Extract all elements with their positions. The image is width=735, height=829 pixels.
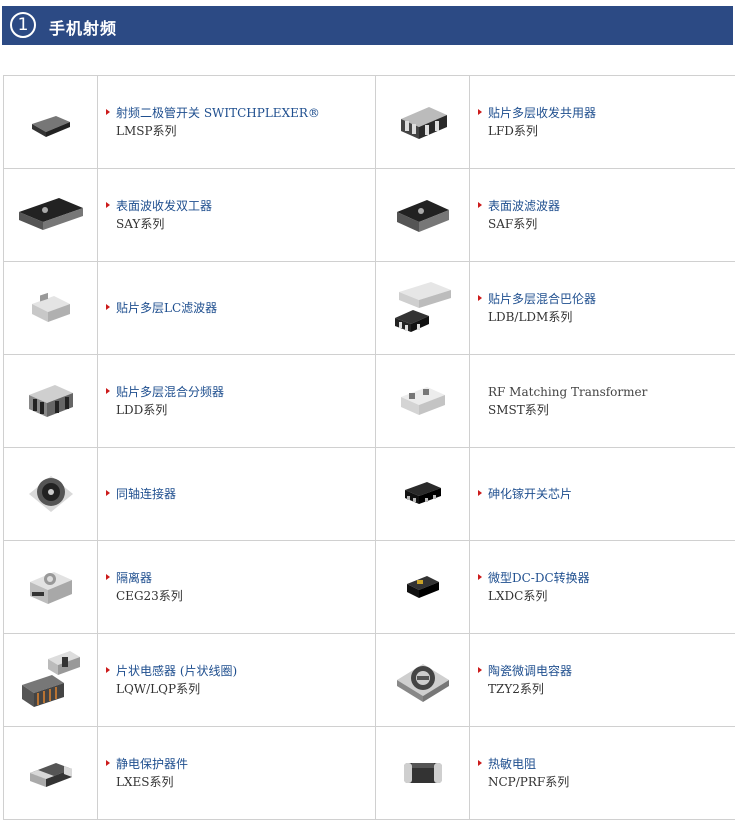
- product-series: LXES系列: [116, 775, 174, 789]
- product-image-cell[interactable]: [3, 633, 98, 727]
- product-series: LDB/LDM系列: [488, 310, 573, 324]
- chip-icon: [28, 385, 73, 417]
- product-series: SAY系列: [116, 217, 165, 231]
- inductor-icon: [21, 651, 80, 707]
- chip-icon: [29, 763, 72, 787]
- chip-icon: [404, 482, 441, 504]
- saw-chip-icon: [18, 198, 83, 230]
- product-link[interactable]: 隔离器: [106, 569, 375, 587]
- product-info-cell: 静电保护器件 LXES系列: [97, 726, 376, 820]
- product-link[interactable]: 射频二极管开关 SWITCHPLEXER®: [106, 104, 375, 122]
- product-series: CEG23系列: [116, 589, 183, 603]
- product-grid: 射频二极管开关 SWITCHPLEXER® LMSP系列 贴片多层收发共用器 L…: [3, 75, 735, 820]
- product-series: NCP/PRF系列: [488, 775, 570, 789]
- product-link[interactable]: 静电保护器件: [106, 755, 375, 773]
- table-row: 同轴连接器 砷化镓开关芯片: [3, 447, 735, 541]
- product-info-cell: 贴片多层LC滤波器: [97, 261, 376, 355]
- chip-icon: [31, 116, 70, 137]
- product-series: LDD系列: [116, 403, 168, 417]
- product-link[interactable]: 贴片多层收发共用器: [478, 104, 735, 122]
- product-info-cell: RF Matching Transformer SMST系列: [469, 354, 735, 448]
- product-link[interactable]: 热敏电阻: [478, 755, 735, 773]
- product-info-cell: 砷化镓开关芯片: [469, 447, 735, 541]
- product-link[interactable]: 片状电感器 (片状线圈): [106, 662, 375, 680]
- connector-icon: [28, 476, 73, 512]
- chip-icon: [403, 763, 442, 783]
- saw-chip-icon: [396, 200, 449, 232]
- product-image-cell[interactable]: [3, 540, 98, 634]
- product-info-cell: 贴片多层混合分频器 LDD系列: [97, 354, 376, 448]
- product-series: LXDC系列: [488, 589, 548, 603]
- table-row: 射频二极管开关 SWITCHPLEXER® LMSP系列 贴片多层收发共用器 L…: [3, 75, 735, 169]
- chip-icon: [400, 387, 445, 415]
- product-link[interactable]: 贴片多层混合分频器: [106, 383, 375, 401]
- product-link[interactable]: 同轴连接器: [106, 485, 375, 503]
- table-row: 隔离器 CEG23系列 微型DC-DC转换器 LXDC系列: [3, 540, 735, 634]
- product-image-cell[interactable]: [375, 447, 470, 541]
- product-info-cell: 微型DC-DC转换器 LXDC系列: [469, 540, 735, 634]
- product-link[interactable]: 贴片多层LC滤波器: [106, 299, 375, 317]
- product-series: SMST系列: [488, 403, 549, 417]
- product-image-cell[interactable]: [3, 261, 98, 355]
- table-row: 静电保护器件 LXES系列 热敏电阻 NCP/PRF系列: [3, 726, 735, 820]
- product-link[interactable]: 表面波收发双工器: [106, 197, 375, 215]
- product-info-cell: 贴片多层混合巴伦器 LDB/LDM系列: [469, 261, 735, 355]
- trimmer-icon: [396, 664, 449, 702]
- product-series: LFD系列: [488, 124, 538, 138]
- product-info-cell: 片状电感器 (片状线圈) LQW/LQP系列: [97, 633, 376, 727]
- section-title: 手机射频: [49, 19, 118, 38]
- product-image-cell[interactable]: [3, 354, 98, 448]
- section-header: 1 手机射频: [2, 6, 733, 45]
- chip-icon: [394, 282, 451, 332]
- product-image-cell[interactable]: [375, 75, 470, 169]
- isolator-icon: [29, 572, 72, 604]
- chip-icon: [400, 107, 447, 139]
- product-link[interactable]: 陶瓷微调电容器: [478, 662, 735, 680]
- chip-icon: [406, 576, 439, 598]
- product-image-cell[interactable]: [375, 261, 470, 355]
- product-info-cell: 射频二极管开关 SWITCHPLEXER® LMSP系列: [97, 75, 376, 169]
- product-image-cell[interactable]: [375, 354, 470, 448]
- product-info-cell: 隔离器 CEG23系列: [97, 540, 376, 634]
- product-link[interactable]: 贴片多层混合巴伦器: [478, 290, 735, 308]
- product-image-cell[interactable]: [375, 168, 470, 262]
- product-info-cell: 贴片多层收发共用器 LFD系列: [469, 75, 735, 169]
- product-name: RF Matching Transformer: [488, 385, 648, 399]
- product-series: SAF系列: [488, 217, 538, 231]
- product-info-cell: 热敏电阻 NCP/PRF系列: [469, 726, 735, 820]
- table-row: 贴片多层LC滤波器 贴片多层混合巴伦器 LDB/LDM系列: [3, 261, 735, 355]
- product-link[interactable]: 表面波滤波器: [478, 197, 735, 215]
- product-info-cell: 表面波收发双工器 SAY系列: [97, 168, 376, 262]
- product-image-cell[interactable]: [375, 540, 470, 634]
- table-row: 贴片多层混合分频器 LDD系列 RF Matching Transformer …: [3, 354, 735, 448]
- product-info-cell: 陶瓷微调电容器 TZY2系列: [469, 633, 735, 727]
- product-image-cell[interactable]: [3, 168, 98, 262]
- table-row: 表面波收发双工器 SAY系列 表面波滤波器 SAF系列: [3, 168, 735, 262]
- chip-icon: [31, 292, 70, 322]
- product-info-cell: 同轴连接器: [97, 447, 376, 541]
- product-link[interactable]: 微型DC-DC转换器: [478, 569, 735, 587]
- product-image-cell[interactable]: [3, 75, 98, 169]
- product-image-cell[interactable]: [3, 447, 98, 541]
- product-link[interactable]: 砷化镓开关芯片: [478, 485, 735, 503]
- table-row: 片状电感器 (片状线圈) LQW/LQP系列 陶瓷微调电容器 TZY2系列: [3, 633, 735, 727]
- product-info-cell: 表面波滤波器 SAF系列: [469, 168, 735, 262]
- product-series: LMSP系列: [116, 124, 177, 138]
- product-series: TZY2系列: [488, 682, 544, 696]
- section-number-icon: 1: [10, 12, 36, 38]
- product-image-cell[interactable]: [3, 726, 98, 820]
- product-image-cell[interactable]: [375, 633, 470, 727]
- product-series: LQW/LQP系列: [116, 682, 201, 696]
- product-image-cell[interactable]: [375, 726, 470, 820]
